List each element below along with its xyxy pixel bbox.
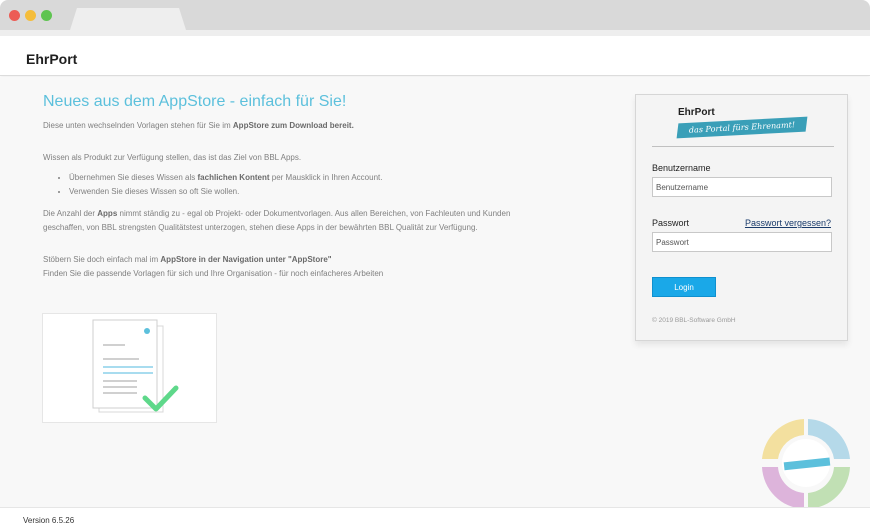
forgot-password-link[interactable]: Passwort vergessen? [745, 218, 831, 228]
login-card: EhrPort das Portal fürs Ehrenamt! Benutz… [635, 94, 848, 341]
goal-text: Wissen als Produkt zur Verfügung stellen… [43, 153, 302, 162]
logo-tagline-band: das Portal fürs Ehrenamt! [676, 116, 808, 139]
username-label: Benutzername [652, 163, 711, 173]
list-item: Verwenden Sie dieses Wissen so oft Sie w… [69, 185, 543, 199]
close-window-button[interactable] [9, 10, 20, 21]
list-item: Übernehmen Sie dieses Wissen als fachlic… [69, 171, 543, 185]
divider [652, 146, 834, 147]
document-with-checkmark-icon [92, 319, 179, 413]
appstore-news: Neues aus dem AppStore - einfach für Sie… [43, 93, 543, 281]
browser-tab[interactable] [70, 8, 186, 30]
password-input[interactable] [652, 232, 832, 252]
ehrport-cycle-icon [756, 415, 856, 511]
ehrport-logo: EhrPort das Portal fürs Ehrenamt! [676, 107, 808, 139]
version-text: Version 6.5.26 [23, 516, 75, 525]
copyright-text: © 2019 BBL-Software GmbH [652, 317, 736, 324]
login-button[interactable]: Login [652, 277, 716, 297]
brand-logo[interactable]: EhrPort [26, 51, 77, 67]
page-headline: Neues aus dem AppStore - einfach für Sie… [43, 93, 347, 110]
logo-tagline: das Portal fürs Ehrenamt! [688, 120, 796, 135]
password-label: Passwort [652, 218, 690, 228]
maximize-window-button[interactable] [41, 10, 52, 21]
main-area: Neues aus dem AppStore - einfach für Sie… [0, 77, 870, 509]
app-footer: Version 6.5.26 [0, 507, 870, 530]
benefit-list: Übernehmen Sie dieses Wissen als fachlic… [69, 171, 543, 199]
intro-text: Diese unten wechselnden Vorlagen stehen … [43, 121, 354, 130]
app-header: EhrPort [0, 36, 870, 76]
minimize-window-button[interactable] [25, 10, 36, 21]
logo-title: EhrPort [678, 107, 715, 118]
browser-titlebar [0, 0, 870, 30]
template-preview[interactable] [42, 313, 217, 423]
apps-text: Die Anzahl der Apps nimmt ständig zu - e… [43, 209, 511, 232]
username-input[interactable] [652, 177, 832, 197]
browse-text: Stöbern Sie doch einfach mal im AppStore… [43, 255, 384, 278]
